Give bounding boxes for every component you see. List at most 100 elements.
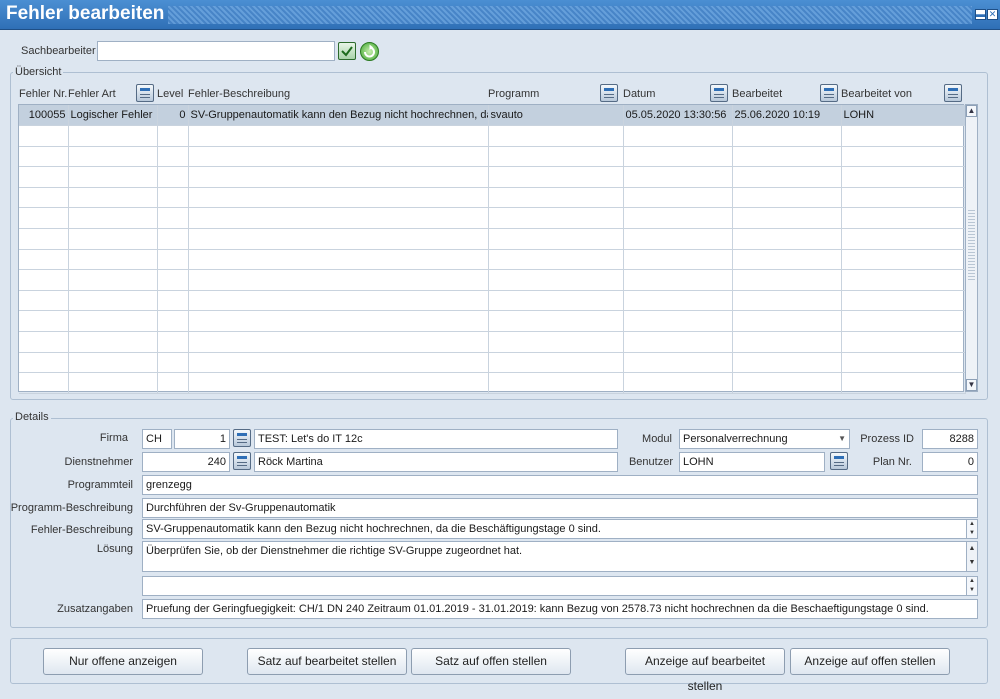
table-cell-empty[interactable]: [732, 269, 842, 291]
table-cell-empty[interactable]: [68, 166, 158, 188]
table-cell-empty[interactable]: [157, 249, 189, 271]
bearbeitet-von-lookup-icon[interactable]: [944, 84, 962, 102]
table-cell-empty[interactable]: [157, 352, 189, 374]
satz-auf-bearbeitet-button[interactable]: Satz auf bearbeitet stellen: [247, 648, 407, 675]
table-cell-empty[interactable]: [157, 125, 189, 147]
table-cell-empty[interactable]: [732, 352, 842, 374]
dienstnehmer-name-field[interactable]: Röck Martina: [254, 452, 618, 472]
table-cell-empty[interactable]: [488, 207, 624, 230]
table-row-empty[interactable]: [19, 187, 966, 209]
table-cell-empty[interactable]: [623, 166, 733, 188]
table-row-empty[interactable]: [19, 166, 966, 188]
zusatzangaben-field[interactable]: Pruefung der Geringfuegigkeit: CH/1 DN 2…: [142, 599, 978, 619]
sachbearbeiter-input[interactable]: [97, 41, 335, 61]
table-row-empty[interactable]: [19, 207, 966, 230]
loesung-field[interactable]: Überprüfen Sie, ob der Dienstnehmer die …: [142, 541, 978, 572]
table-cell-empty[interactable]: [488, 166, 624, 188]
table-cell-empty[interactable]: [188, 187, 489, 209]
table-cell-empty[interactable]: [157, 166, 189, 188]
table-cell-empty[interactable]: [841, 310, 966, 333]
table-row-empty[interactable]: [19, 331, 966, 353]
table-cell-empty[interactable]: [623, 310, 733, 333]
table-cell-empty[interactable]: [157, 146, 189, 168]
table-cell-empty[interactable]: [19, 207, 69, 230]
table-cell-empty[interactable]: [488, 352, 624, 374]
confirm-filter-icon[interactable]: [338, 42, 356, 60]
table-cell-empty[interactable]: [623, 228, 733, 250]
table-cell-empty[interactable]: [68, 146, 158, 168]
table-cell-empty[interactable]: [488, 187, 624, 209]
table-row-empty[interactable]: [19, 269, 966, 291]
table-cell-empty[interactable]: [19, 187, 69, 209]
table-row-empty[interactable]: [19, 146, 966, 168]
table-cell-empty[interactable]: [19, 249, 69, 271]
cell-fehler-nr[interactable]: 100055: [19, 105, 69, 127]
column-header-bearbeitet-von[interactable]: Bearbeitet von: [841, 88, 912, 100]
table-row-empty[interactable]: [19, 249, 966, 271]
cell-bearbeitet-von[interactable]: LOHN: [841, 105, 966, 127]
firma-name-field[interactable]: TEST: Let's do IT 12c: [254, 429, 618, 449]
table-cell-empty[interactable]: [732, 290, 842, 312]
table-cell-empty[interactable]: [68, 125, 158, 147]
table-cell-empty[interactable]: [188, 372, 489, 394]
table-cell-empty[interactable]: [188, 331, 489, 353]
table-cell-empty[interactable]: [68, 269, 158, 291]
table-cell-empty[interactable]: [19, 269, 69, 291]
table-cell-empty[interactable]: [841, 249, 966, 271]
table-cell-empty[interactable]: [157, 372, 189, 394]
loesung-scrollbar[interactable]: ▲ ▼: [966, 542, 977, 571]
overview-scrollbar[interactable]: ▲ ▼: [965, 104, 978, 392]
table-cell-empty[interactable]: [19, 228, 69, 250]
benutzer-field[interactable]: LOHN: [679, 452, 825, 472]
plan-nr-field[interactable]: 0: [922, 452, 978, 472]
table-cell-empty[interactable]: [68, 331, 158, 353]
fehler-beschreibung-field[interactable]: SV-Gruppenautomatik kann den Bezug nicht…: [142, 519, 978, 539]
cell-bearbeitet[interactable]: 25.06.2020 10:19: [732, 105, 842, 127]
table-cell-empty[interactable]: [732, 249, 842, 271]
table-cell-empty[interactable]: [19, 290, 69, 312]
table-cell-empty[interactable]: [732, 207, 842, 230]
table-cell-empty[interactable]: [19, 331, 69, 353]
table-cell-empty[interactable]: [841, 228, 966, 250]
table-cell-empty[interactable]: [157, 187, 189, 209]
fehler-beschreibung-spinner[interactable]: ▲ ▼: [966, 520, 977, 538]
firma-lookup-icon[interactable]: [233, 429, 251, 447]
table-cell-empty[interactable]: [157, 310, 189, 333]
table-cell-empty[interactable]: [841, 290, 966, 312]
table-cell-empty[interactable]: [188, 228, 489, 250]
table-cell-empty[interactable]: [841, 331, 966, 353]
table-cell-empty[interactable]: [488, 125, 624, 147]
scroll-up-icon[interactable]: ▲: [966, 105, 977, 117]
table-cell-empty[interactable]: [623, 290, 733, 312]
fehler-art-lookup-icon[interactable]: [136, 84, 154, 102]
table-cell-empty[interactable]: [732, 310, 842, 333]
table-cell-empty[interactable]: [68, 372, 158, 394]
table-cell-empty[interactable]: [488, 310, 624, 333]
column-header-datum[interactable]: Datum: [623, 88, 655, 100]
column-header-fehler-art[interactable]: Fehler Art: [68, 88, 116, 100]
minimize-icon[interactable]: ▬: [975, 9, 986, 20]
cell-programm[interactable]: svauto: [488, 105, 624, 127]
table-cell-empty[interactable]: [188, 310, 489, 333]
table-row-empty[interactable]: [19, 352, 966, 374]
overview-table[interactable]: 100055 Logischer Fehler 0 SV-Gruppenauto…: [18, 104, 966, 394]
table-row-empty[interactable]: [19, 228, 966, 250]
table-cell-empty[interactable]: [188, 290, 489, 312]
table-cell-empty[interactable]: [68, 249, 158, 271]
table-cell-empty[interactable]: [732, 166, 842, 188]
datum-calendar-icon[interactable]: [710, 84, 728, 102]
table-cell-empty[interactable]: [488, 372, 624, 394]
table-cell-empty[interactable]: [488, 146, 624, 168]
table-cell-empty[interactable]: [623, 269, 733, 291]
table-cell-empty[interactable]: [188, 269, 489, 291]
table-cell-empty[interactable]: [623, 372, 733, 394]
modul-dropdown[interactable]: Personalverrechnung ▼: [679, 429, 850, 449]
table-cell-empty[interactable]: [488, 249, 624, 271]
cell-fehler-art[interactable]: Logischer Fehler: [68, 105, 158, 127]
table-cell-empty[interactable]: [732, 187, 842, 209]
column-header-level[interactable]: Level: [157, 88, 183, 100]
table-cell-empty[interactable]: [68, 228, 158, 250]
satz-auf-offen-button[interactable]: Satz auf offen stellen: [411, 648, 571, 675]
table-cell-empty[interactable]: [623, 207, 733, 230]
column-header-fehler-nr[interactable]: Fehler Nr.: [19, 88, 67, 100]
